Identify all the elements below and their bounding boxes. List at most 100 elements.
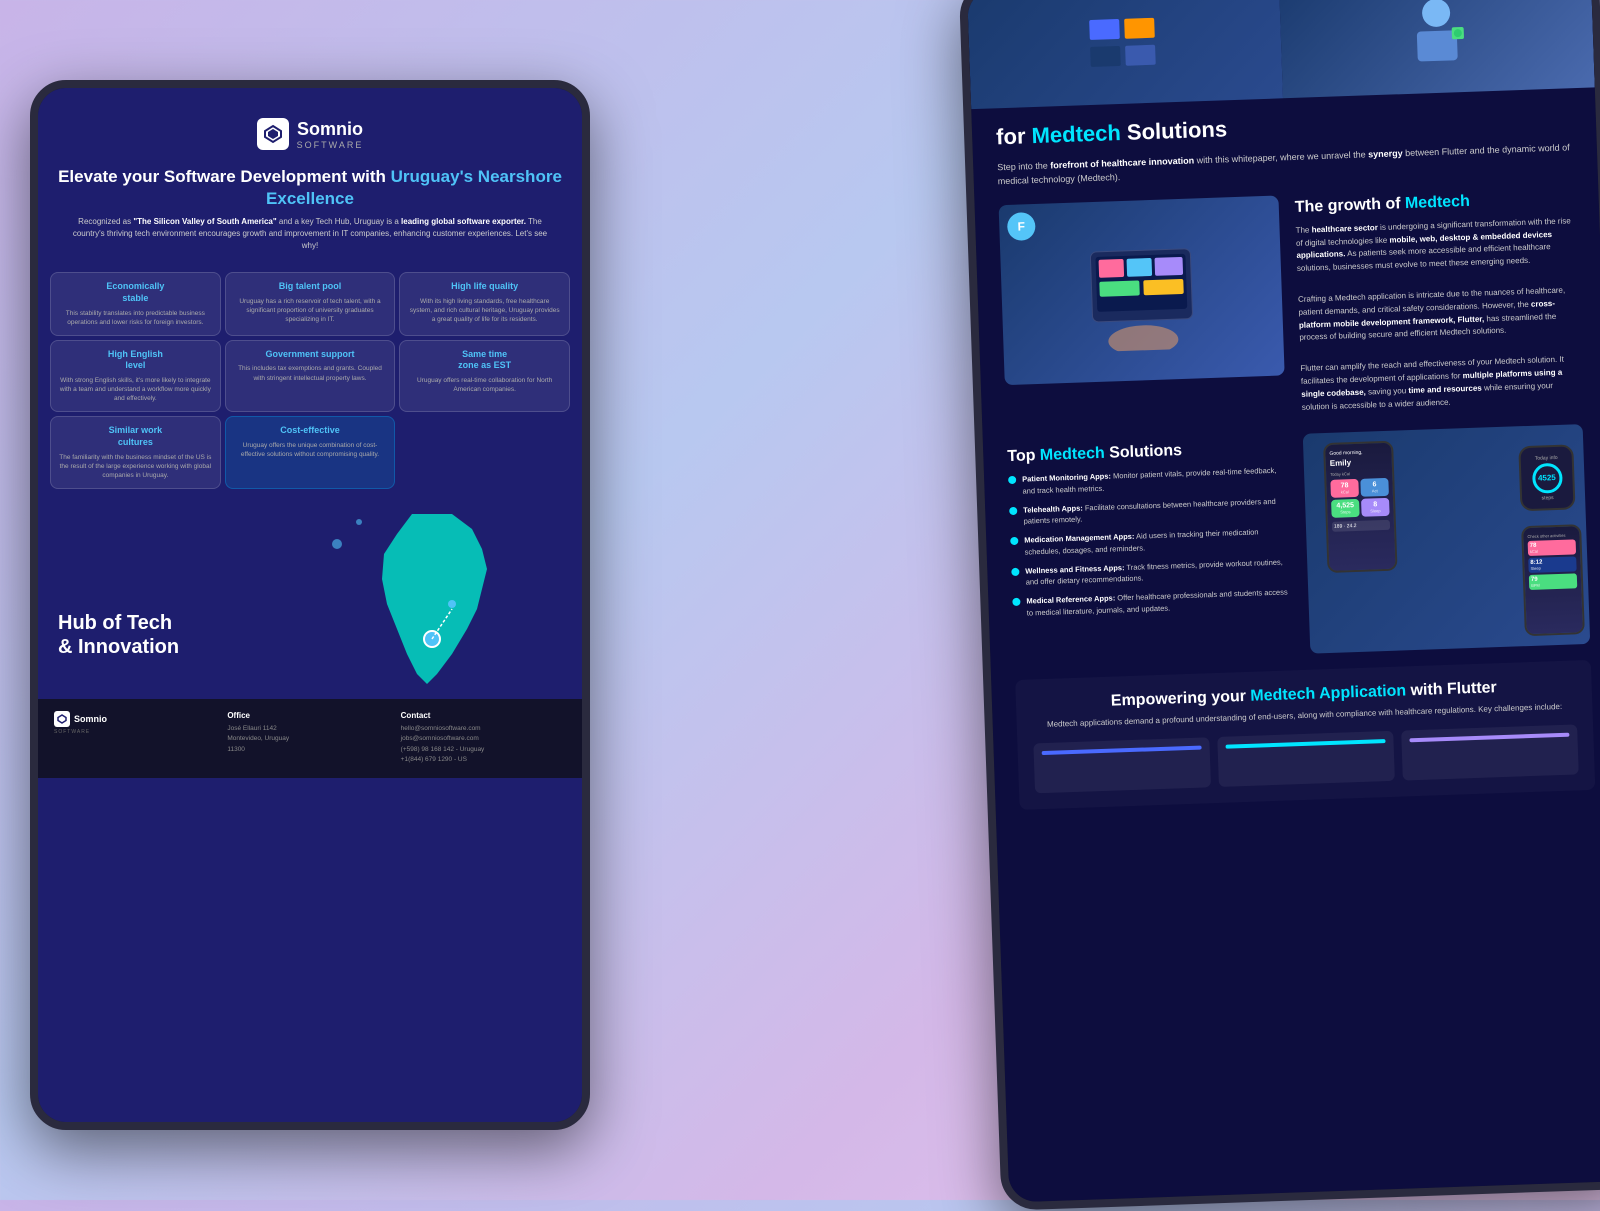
phone-date: Today kCal bbox=[1330, 470, 1388, 477]
growth-body-2: Crafting a Medtech application is intric… bbox=[1298, 284, 1580, 345]
phone-second: Check other activities 78 kCal 8:12 Slee… bbox=[1521, 524, 1585, 636]
phone-main: Good morning, Emily Today kCal 78 kCal bbox=[1323, 441, 1397, 573]
feature-title-3: High life quality bbox=[408, 281, 561, 293]
phone-mockups: Good morning, Emily Today kCal 78 kCal bbox=[1303, 424, 1591, 654]
bullet-3 bbox=[1010, 537, 1018, 545]
footer-logo-row: Somnio bbox=[54, 711, 219, 727]
phone-stats: 78 kCal 6 Act 4,525 Step bbox=[1330, 478, 1389, 518]
feature-talent-pool: Big talent pool Uruguay has a rich reser… bbox=[225, 272, 396, 336]
somnio-name: Somnio bbox=[297, 119, 364, 140]
feature-title-8: Cost-effective bbox=[234, 425, 387, 437]
left-subtitle: Recognized as "The Silicon Valley of Sou… bbox=[58, 216, 562, 252]
second-stat-2: 8:12 Sleep bbox=[1528, 557, 1576, 574]
stat-sleep: 8 Sleep bbox=[1361, 498, 1390, 517]
bullet-4 bbox=[1011, 568, 1019, 576]
bullet-2 bbox=[1009, 507, 1017, 515]
medtech-item-5: Medical Reference Apps: Offer healthcare… bbox=[1012, 587, 1293, 619]
feature-english: High Englishlevel With strong English sk… bbox=[50, 340, 221, 413]
stat-kcal-label: kCal bbox=[1334, 489, 1356, 495]
medtech-item-1: Patient Monitoring Apps: Monitor patient… bbox=[1008, 465, 1289, 497]
stat-kcal: 78 kCal bbox=[1330, 479, 1359, 498]
feature-timezone: Same timezone as EST Uruguay offers real… bbox=[399, 340, 570, 413]
feature-text-6: Uruguay offers real-time collaboration f… bbox=[408, 376, 561, 394]
stat-steps-label: Steps bbox=[1334, 509, 1356, 515]
medtech-item-2: Telehealth Apps: Facilitate consultation… bbox=[1009, 495, 1290, 527]
feature-economically-stable: Economicallystable This stability transl… bbox=[50, 272, 221, 336]
feature-work-cultures: Similar workcultures The familiarity wit… bbox=[50, 416, 221, 489]
south-america-map bbox=[342, 509, 522, 689]
features-grid: Economicallystable This stability transl… bbox=[38, 262, 582, 499]
watch-circle: 4525 bbox=[1531, 463, 1562, 494]
stat-sleep-label: Sleep bbox=[1364, 508, 1386, 514]
second-stat-3-label: BPM bbox=[1531, 582, 1575, 589]
empower-card-bar-1 bbox=[1042, 746, 1202, 756]
growth-text: The growth of Medtech The healthcare sec… bbox=[1294, 185, 1582, 418]
feature-text-7: The familiarity with the business mindse… bbox=[59, 453, 212, 480]
growth-image: F bbox=[999, 195, 1285, 385]
map-section: Hub of Tech& Innovation bbox=[38, 499, 582, 699]
feature-government-support: Government support This includes tax exe… bbox=[225, 340, 396, 413]
stat-steps: 4,525 Steps bbox=[1331, 499, 1360, 518]
second-stat-1: 78 kCal bbox=[1528, 540, 1576, 557]
phone-group: Good morning, Emily Today kCal 78 kCal bbox=[1303, 424, 1591, 654]
phone-name: Emily bbox=[1330, 457, 1388, 468]
medtech-text-3: Medication Management Apps: Aid users in… bbox=[1024, 526, 1291, 558]
feature-text-2: Uruguay has a rich reservoir of tech tal… bbox=[234, 297, 387, 324]
right-intro: Step into the forefront of healthcare in… bbox=[997, 140, 1574, 189]
right-content: for Medtech Solutions Step into the fore… bbox=[971, 87, 1600, 837]
feature-text-3: With its high living standards, free hea… bbox=[408, 297, 561, 324]
footer-office-address: José Ellauri 1142Montevideo, Uruguay1130… bbox=[227, 724, 392, 755]
footer-brand-name: Somnio bbox=[74, 714, 107, 724]
watch-widget: Today info 4525 steps bbox=[1518, 445, 1575, 512]
footer-office-title: Office bbox=[227, 711, 392, 720]
phone-second-screen: Check other activities 78 kCal 8:12 Slee… bbox=[1523, 527, 1583, 635]
footer-contact-title: Contact bbox=[401, 711, 566, 720]
watch-label-top: Today info bbox=[1535, 455, 1558, 462]
tablet-left: Somnio SOFTWARE Elevate your Software De… bbox=[30, 80, 590, 1130]
medtech-text-2: Telehealth Apps: Facilitate consultation… bbox=[1023, 495, 1290, 527]
left-footer: Somnio SOFTWARE Office José Ellauri 1142… bbox=[38, 699, 582, 778]
stat-activity-label: Act bbox=[1364, 488, 1386, 494]
empower-card-2 bbox=[1217, 731, 1395, 787]
somnio-logo-icon bbox=[257, 118, 289, 150]
footer-office: Office José Ellauri 1142Montevideo, Urug… bbox=[227, 711, 392, 766]
feature-text-1: This stability translates into predictab… bbox=[59, 309, 212, 327]
bullet-5 bbox=[1012, 598, 1020, 606]
feature-text-4: With strong English skills, it's more li… bbox=[59, 376, 212, 403]
medtech-item-4: Wellness and Fitness Apps: Track fitness… bbox=[1011, 556, 1292, 588]
empower-card-bar-3 bbox=[1409, 733, 1569, 743]
footer-logo-section: Somnio SOFTWARE bbox=[54, 711, 219, 766]
empower-section: Empowering your Medtech Application with… bbox=[1015, 660, 1595, 810]
growth-title: The growth of Medtech bbox=[1295, 189, 1575, 217]
medtech-list: Top Medtech Solutions Patient Monitoring… bbox=[1007, 435, 1295, 665]
growth-section: F The g bbox=[999, 185, 1582, 429]
left-tablet-logo: Somnio SOFTWARE bbox=[58, 118, 562, 150]
empower-cards bbox=[1033, 725, 1578, 794]
top-image-right bbox=[1279, 0, 1595, 98]
phone-extra-stat: 189 · 24.2 bbox=[1332, 520, 1390, 532]
left-main-title: Elevate your Software Development with U… bbox=[58, 166, 562, 210]
watch-label-bottom: steps bbox=[1542, 495, 1554, 501]
top-image-left bbox=[967, 0, 1283, 109]
medtech-text-4: Wellness and Fitness Apps: Track fitness… bbox=[1025, 556, 1292, 588]
medtech-list-title: Top Medtech Solutions bbox=[1007, 439, 1287, 467]
growth-body-1: The healthcare sector is undergoing a si… bbox=[1295, 215, 1577, 276]
phone-greeting: Good morning, bbox=[1329, 449, 1387, 457]
feature-title-6: Same timezone as EST bbox=[408, 349, 561, 372]
empower-card-3 bbox=[1401, 725, 1579, 781]
feature-title-4: High Englishlevel bbox=[59, 349, 212, 372]
feature-life-quality: High life quality With its high living s… bbox=[399, 272, 570, 336]
tablet-right: for Medtech Solutions Step into the fore… bbox=[959, 0, 1600, 1211]
footer-logo-icon bbox=[54, 711, 70, 727]
medtech-item-3: Medication Management Apps: Aid users in… bbox=[1010, 526, 1291, 558]
stat-activity: 6 Act bbox=[1360, 478, 1389, 497]
flutter-badge: F bbox=[1007, 212, 1036, 241]
hub-text: Hub of Tech& Innovation bbox=[58, 611, 179, 659]
feature-title-2: Big talent pool bbox=[234, 281, 387, 293]
footer-contact: Contact hello@somniosoftware.com jobs@so… bbox=[401, 711, 566, 766]
feature-empty bbox=[399, 416, 570, 489]
feature-title-5: Government support bbox=[234, 349, 387, 361]
feature-title-7: Similar workcultures bbox=[59, 425, 212, 448]
feature-title-1: Economicallystable bbox=[59, 281, 212, 304]
empower-card-bar-2 bbox=[1226, 739, 1386, 749]
